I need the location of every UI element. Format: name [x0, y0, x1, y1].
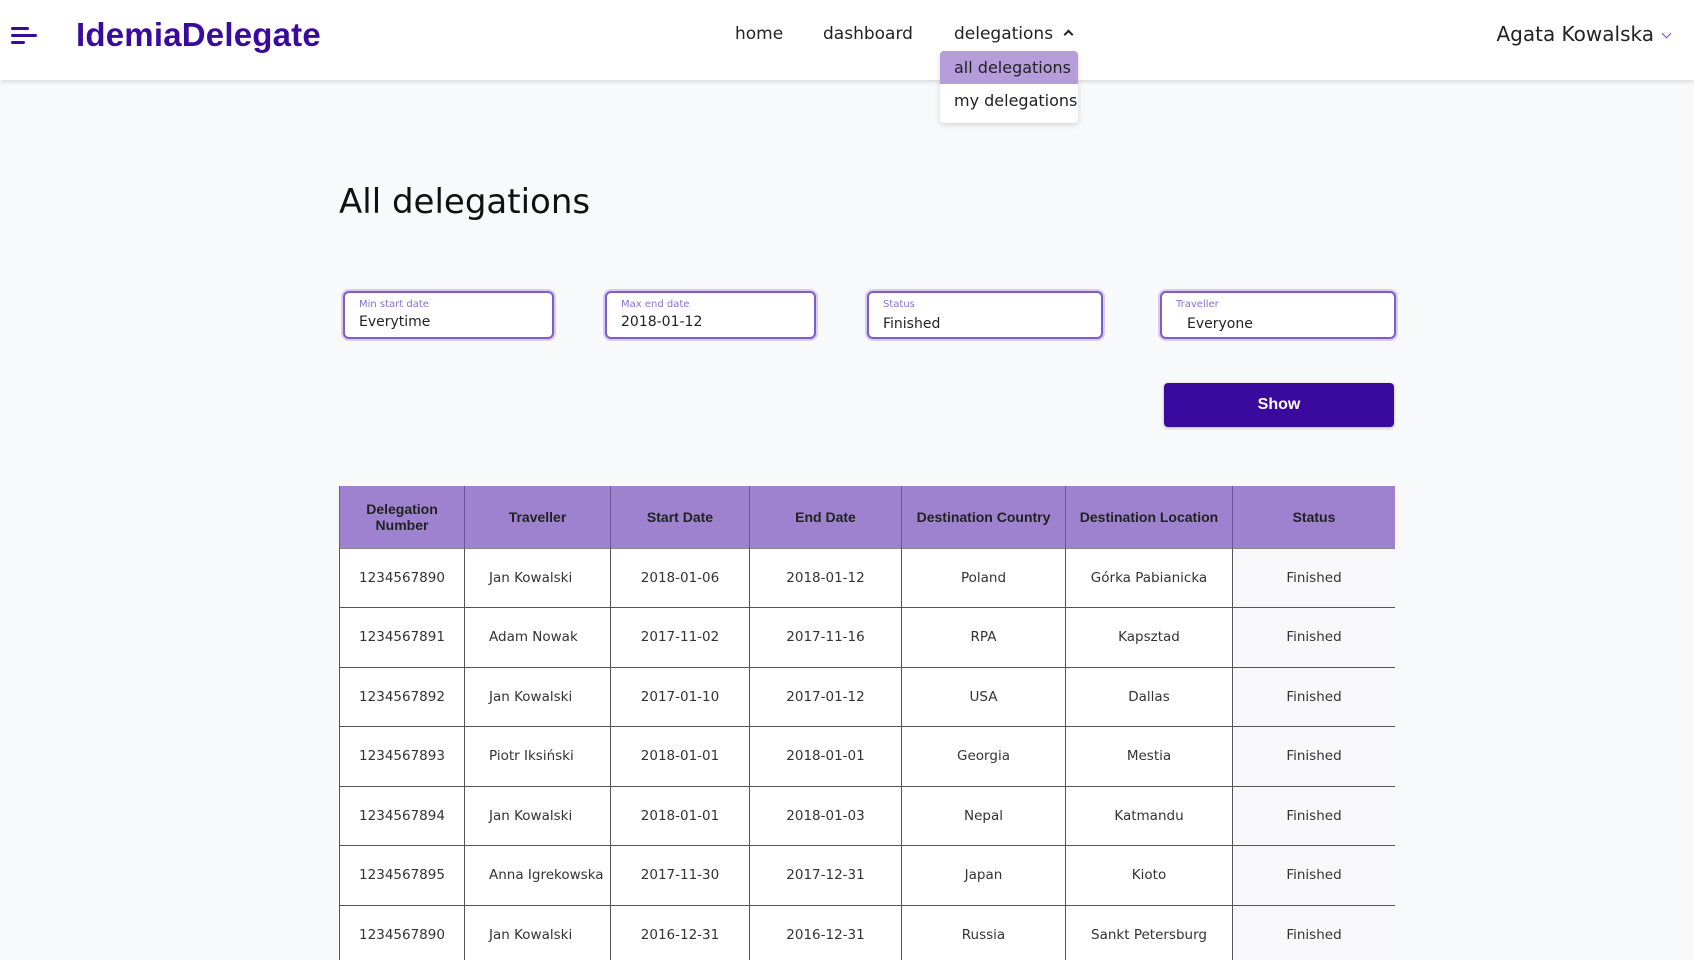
- cell-end-date: 2017-11-16: [749, 607, 902, 668]
- cell-destination-country: Japan: [901, 845, 1066, 906]
- cell-destination-country: USA: [901, 666, 1066, 727]
- chevron-up-icon: [1063, 29, 1074, 40]
- max-end-date-value: 2018-01-12: [621, 314, 703, 330]
- cell-end-date: 2017-01-12: [749, 666, 902, 727]
- cell-end-date: 2017-12-31: [749, 845, 902, 906]
- menu-item-all-delegations[interactable]: all delegations: [940, 51, 1078, 84]
- column-header-status[interactable]: Status: [1232, 486, 1395, 548]
- cell-start-date: 2018-01-06: [610, 547, 750, 608]
- cell-status: Finished: [1232, 845, 1395, 906]
- column-header-delegation-number[interactable]: Delegation Number: [339, 486, 465, 548]
- cell-destination-country: Georgia: [901, 726, 1066, 787]
- menu-item-my-delegations[interactable]: my delegations: [940, 84, 1078, 118]
- cell-traveller: Adam Nowak: [464, 607, 611, 668]
- cell-start-date: 2016-12-31: [610, 904, 750, 960]
- traveller-label: Traveller: [1176, 299, 1219, 310]
- cell-destination-location: Mestia: [1065, 726, 1233, 787]
- cell-start-date: 2017-11-02: [610, 607, 750, 668]
- max-end-date-label: Max end date: [621, 299, 690, 310]
- user-menu[interactable]: Agata Kowalska: [1496, 22, 1672, 46]
- cell-status: Finished: [1232, 666, 1395, 727]
- table-row[interactable]: 1234567890 Jan Kowalski 2016-12-31 2016-…: [339, 904, 1395, 960]
- cell-traveller: Jan Kowalski: [464, 547, 611, 608]
- cell-end-date: 2018-01-03: [749, 785, 902, 846]
- cell-delegation-number: 1234567890: [339, 904, 465, 960]
- cell-destination-country: Poland: [901, 547, 1066, 608]
- column-header-destination-country[interactable]: Destination Country: [901, 486, 1066, 548]
- max-end-date-field[interactable]: Max end date 2018-01-12: [605, 291, 816, 339]
- column-header-destination-location[interactable]: Destination Location: [1065, 486, 1233, 548]
- min-start-date-field[interactable]: Min start date Everytime: [343, 291, 554, 339]
- cell-destination-location: Dallas: [1065, 666, 1233, 727]
- status-label: Status: [883, 299, 915, 310]
- cell-destination-location: Kapsztad: [1065, 607, 1233, 668]
- table-row[interactable]: 1234567893 Piotr Iksiński 2018-01-01 201…: [339, 726, 1395, 787]
- status-value: Finished: [883, 316, 941, 332]
- top-navbar: IdemiaDelegate home dashboard delegation…: [0, 0, 1694, 80]
- user-name: Agata Kowalska: [1496, 22, 1654, 46]
- delegations-dropdown: all delegations my delegations: [940, 51, 1078, 123]
- cell-delegation-number: 1234567891: [339, 607, 465, 668]
- cell-destination-location: Katmandu: [1065, 785, 1233, 846]
- cell-traveller: Jan Kowalski: [464, 904, 611, 960]
- cell-end-date: 2016-12-31: [749, 904, 902, 960]
- cell-destination-location: Sankt Petersburg: [1065, 904, 1233, 960]
- min-start-date-value: Everytime: [359, 314, 431, 330]
- cell-start-date: 2017-01-10: [610, 666, 750, 727]
- show-button[interactable]: Show: [1164, 383, 1394, 427]
- table-row[interactable]: 1234567892 Jan Kowalski 2017-01-10 2017-…: [339, 666, 1395, 727]
- cell-traveller: Piotr Iksiński: [464, 726, 611, 787]
- traveller-select[interactable]: Traveller Everyone: [1160, 291, 1396, 339]
- table-row[interactable]: 1234567895 Anna Igrekowska 2017-11-30 20…: [339, 845, 1395, 906]
- cell-end-date: 2018-01-12: [749, 547, 902, 608]
- table-row[interactable]: 1234567894 Jan Kowalski 2018-01-01 2018-…: [339, 785, 1395, 846]
- cell-delegation-number: 1234567895: [339, 845, 465, 906]
- cell-end-date: 2018-01-01: [749, 726, 902, 787]
- nav-home[interactable]: home: [735, 24, 783, 44]
- chevron-down-icon: [1661, 28, 1672, 39]
- cell-start-date: 2017-11-30: [610, 845, 750, 906]
- cell-destination-location: Górka Pabianicka: [1065, 547, 1233, 608]
- delegations-table-container: Delegation Number Traveller Start Date E…: [339, 486, 1395, 960]
- traveller-value: Everyone: [1187, 316, 1253, 332]
- nav-delegations-label: delegations: [954, 24, 1054, 44]
- cell-traveller: Jan Kowalski: [464, 666, 611, 727]
- cell-delegation-number: 1234567890: [339, 547, 465, 608]
- nav-delegations[interactable]: delegations: [954, 24, 1074, 44]
- table-row[interactable]: 1234567891 Adam Nowak 2017-11-02 2017-11…: [339, 607, 1395, 668]
- cell-status: Finished: [1232, 607, 1395, 668]
- cell-destination-country: Russia: [901, 904, 1066, 960]
- cell-traveller: Jan Kowalski: [464, 785, 611, 846]
- cell-status: Finished: [1232, 726, 1395, 787]
- status-select[interactable]: Status Finished: [867, 291, 1103, 339]
- column-header-traveller[interactable]: Traveller: [464, 486, 611, 548]
- delegations-table: Delegation Number Traveller Start Date E…: [339, 486, 1395, 960]
- cell-delegation-number: 1234567892: [339, 666, 465, 727]
- app-logo[interactable]: IdemiaDelegate: [76, 16, 321, 54]
- page-title: All delegations: [339, 182, 591, 222]
- cell-start-date: 2018-01-01: [610, 726, 750, 787]
- cell-delegation-number: 1234567894: [339, 785, 465, 846]
- hamburger-menu-icon[interactable]: [11, 27, 37, 45]
- cell-start-date: 2018-01-01: [610, 785, 750, 846]
- cell-status: Finished: [1232, 785, 1395, 846]
- table-header-row: Delegation Number Traveller Start Date E…: [339, 486, 1395, 548]
- min-start-date-label: Min start date: [359, 299, 429, 310]
- cell-status: Finished: [1232, 904, 1395, 960]
- cell-destination-country: RPA: [901, 607, 1066, 668]
- column-header-end-date[interactable]: End Date: [749, 486, 902, 548]
- table-row[interactable]: 1234567890 Jan Kowalski 2018-01-06 2018-…: [339, 547, 1395, 608]
- cell-destination-country: Nepal: [901, 785, 1066, 846]
- column-header-start-date[interactable]: Start Date: [610, 486, 750, 548]
- cell-delegation-number: 1234567893: [339, 726, 465, 787]
- nav-dashboard[interactable]: dashboard: [823, 24, 913, 44]
- cell-status: Finished: [1232, 547, 1395, 608]
- cell-destination-location: Kioto: [1065, 845, 1233, 906]
- cell-traveller: Anna Igrekowska: [464, 845, 611, 906]
